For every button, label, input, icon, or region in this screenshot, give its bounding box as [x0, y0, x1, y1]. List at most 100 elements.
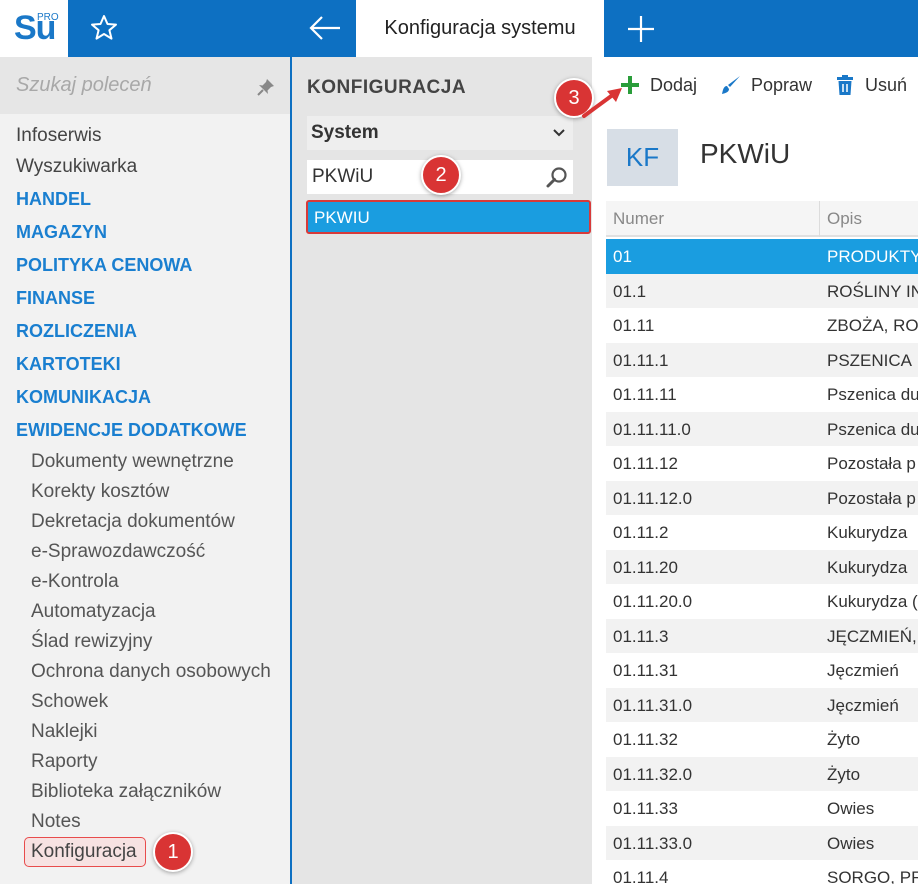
cell-opis: PRODUKTY — [827, 247, 918, 266]
cell-numer: 01.11.11 — [613, 385, 677, 404]
sidebar-section-rozliczenia[interactable]: ROZLICZENIA — [16, 321, 137, 342]
sidebar-section-polityka-cenowa[interactable]: POLITYKA CENOWA — [16, 255, 192, 276]
system-select-value: System — [311, 122, 379, 143]
tab-divider — [604, 0, 606, 57]
brush-icon — [719, 73, 743, 97]
table-row[interactable]: 01.11.11.0 Pszenica du — [606, 411, 918, 446]
sidebar-item-dokumenty-wewnetrzne[interactable]: Dokumenty wewnętrzne — [31, 451, 234, 473]
sidebar-item-infoserwis[interactable]: Infoserwis — [16, 125, 102, 147]
sidebar-item-e-kontrola[interactable]: e-Kontrola — [31, 571, 119, 593]
table-row[interactable]: 01 PRODUKTY — [606, 239, 918, 274]
arrow-left-icon[interactable] — [306, 12, 344, 44]
cell-numer: 01.11.12.0 — [613, 488, 693, 508]
cell-numer: 01.11.3 — [613, 626, 669, 646]
system-select[interactable]: System — [307, 116, 573, 150]
star-icon[interactable] — [88, 12, 120, 44]
sidebar-item-automatyzacja[interactable]: Automatyzacja — [31, 601, 156, 623]
column-header-numer[interactable]: Numer — [613, 209, 664, 229]
cell-numer: 01.11.1 — [613, 350, 669, 370]
table-row[interactable]: 01.11.3 JĘCZMIEŃ, Ż — [606, 618, 918, 653]
config-result-item-pkwiu[interactable]: PKWIU — [306, 200, 591, 234]
cell-opis: Pozostała p — [827, 488, 916, 508]
table-row[interactable]: 01.11.20 Kukurydza — [606, 549, 918, 584]
sidebar-item-ochrona-danych[interactable]: Ochrona danych osobowych — [31, 661, 271, 683]
plus-icon[interactable] — [624, 12, 658, 46]
sidebar-item-notes[interactable]: Notes — [31, 811, 81, 833]
table-row[interactable]: 01.11.12 Pozostała p — [606, 446, 918, 481]
sidebar-item-konfiguracja[interactable]: Konfiguracja — [31, 841, 137, 863]
cell-numer: 01.11.31 — [613, 661, 678, 680]
cell-numer: 01.11.33 — [613, 799, 678, 818]
cell-numer: 01 — [613, 247, 632, 266]
sidebar-item-dekretacja-dokumentow[interactable]: Dekretacja dokumentów — [31, 511, 235, 533]
sidebar-item-e-sprawozdawczosc[interactable]: e-Sprawozdawczość — [31, 541, 205, 563]
table-row[interactable]: 01.11.31.0 Jęczmień — [606, 687, 918, 722]
table-row[interactable]: 01.11.2 Kukurydza — [606, 515, 918, 550]
table-row[interactable]: 01.11.11 Pszenica du — [606, 377, 918, 412]
cell-opis: Żyto — [827, 764, 861, 784]
sidebar-item-raporty[interactable]: Raporty — [31, 751, 98, 773]
command-search[interactable]: Szukaj poleceń — [0, 57, 290, 114]
sidebar-item-biblioteka-zalacznikow[interactable]: Biblioteka załączników — [31, 781, 221, 803]
cell-opis: Jęczmień — [827, 695, 899, 715]
cell-numer: 01.11.32 — [613, 730, 678, 749]
edit-button[interactable]: Popraw — [719, 73, 812, 97]
add-button-label: Dodaj — [650, 74, 698, 95]
edit-button-label: Popraw — [751, 74, 813, 95]
sidebar-section-komunikacja[interactable]: KOMUNIKACJA — [16, 387, 151, 408]
table-row[interactable]: 01.11.20.0 Kukurydza ( — [606, 584, 918, 619]
cell-numer: 01.11.20.0 — [613, 592, 693, 611]
sidebar: Szukaj poleceń Infoserwis Wyszukiwarka H… — [0, 57, 290, 884]
table-row[interactable]: 01.1 ROŚLINY IN — [606, 273, 918, 308]
table-row[interactable]: 01.11 ZBOŻA, ROŚ — [606, 308, 918, 343]
delete-button[interactable]: Usuń — [833, 73, 907, 97]
cell-numer: 01.11.32.0 — [613, 764, 693, 784]
sidebar-section-ewidencje-dodatkowe[interactable]: EWIDENCJE DODATKOWE — [16, 420, 247, 441]
table-row[interactable]: 01.11.32.0 Żyto — [606, 756, 918, 791]
cell-numer: 01.11.11.0 — [613, 419, 691, 439]
column-header-opis[interactable]: Opis — [827, 209, 862, 229]
pin-icon[interactable] — [256, 77, 276, 97]
table-row[interactable]: 01.11.32 Żyto — [606, 722, 918, 757]
table-row[interactable]: 01.11.33 Owies — [606, 791, 918, 826]
sidebar-section-handel[interactable]: HANDEL — [16, 189, 91, 210]
table-row[interactable]: 01.11.12.0 Pozostała p — [606, 480, 918, 515]
table-row[interactable]: 01.11.1 PSZENICA — [606, 342, 918, 377]
app-logo[interactable]: Su PRO — [0, 0, 68, 57]
cell-numer: 01.11.4 — [613, 868, 669, 884]
toolbar: Dodaj Popraw Usuń — [592, 57, 918, 113]
sidebar-section-finanse[interactable]: FINANSE — [16, 288, 95, 309]
cell-opis: Kukurydza ( — [827, 592, 918, 611]
cell-opis: ZBOŻA, ROŚ — [827, 316, 918, 335]
cell-opis: PSZENICA — [827, 350, 913, 370]
sidebar-section-magazyn[interactable]: MAGAZYN — [16, 222, 107, 243]
search-icon[interactable] — [545, 165, 569, 189]
sidebar-item-naklejki[interactable]: Naklejki — [31, 721, 98, 743]
table-row[interactable]: 01.11.4 SORGO, PR — [606, 860, 918, 884]
config-panel-title: KONFIGURACJA — [307, 77, 467, 98]
table-row[interactable]: 01.11.33.0 Owies — [606, 825, 918, 860]
cell-opis: Pszenica du — [827, 385, 918, 404]
table-row[interactable]: 01.11.31 Jęczmień — [606, 653, 918, 688]
pkwiu-table: Numer Opis 01 PRODUKTY 01.1 ROŚLINY IN 01.11… — [606, 201, 918, 884]
cell-opis: SORGO, PR — [827, 868, 918, 884]
sidebar-item-korekty-kosztow[interactable]: Korekty kosztów — [31, 481, 169, 503]
cell-opis: Owies — [827, 833, 875, 853]
command-search-input[interactable]: Szukaj poleceń — [16, 74, 152, 97]
chevron-down-icon[interactable] — [551, 124, 567, 140]
sidebar-item-wyszukiwarka[interactable]: Wyszukiwarka — [16, 156, 137, 178]
cell-numer: 01.11.20 — [613, 557, 678, 577]
config-search-value[interactable]: PKWiU — [312, 166, 373, 188]
sidebar-section-kartoteki[interactable]: KARTOTEKI — [16, 354, 121, 375]
callout-arrow-icon — [582, 88, 622, 118]
config-result-label: PKWIU — [314, 208, 370, 227]
delete-button-label: Usuń — [865, 74, 908, 95]
cell-numer: 01.11.31.0 — [613, 695, 693, 715]
top-bar: Su PRO Konfiguracja systemu — [0, 0, 918, 57]
cell-numer: 01.1 — [613, 281, 647, 301]
tab-konfiguracja-systemu[interactable]: Konfiguracja systemu — [356, 0, 604, 57]
record-badge: KF — [607, 129, 678, 186]
sidebar-item-schowek[interactable]: Schowek — [31, 691, 108, 713]
column-separator[interactable] — [819, 201, 820, 237]
sidebar-item-slad-rewizyjny[interactable]: Ślad rewizyjny — [31, 631, 152, 653]
